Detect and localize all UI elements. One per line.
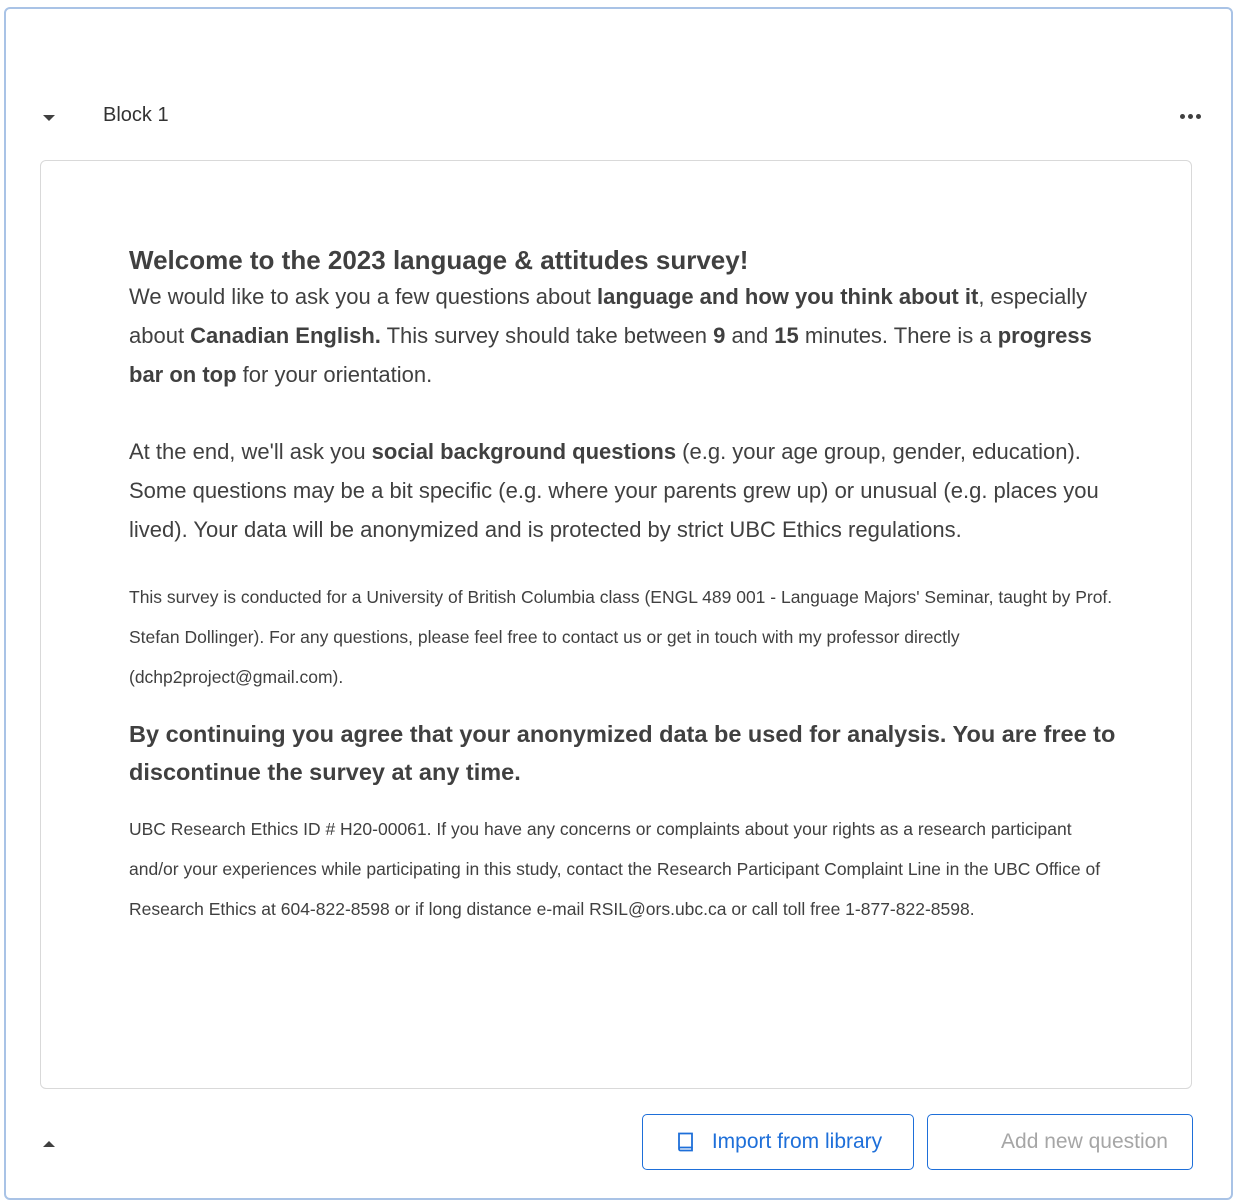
background-text: At the end, we'll ask you (129, 439, 372, 464)
intro-paragraph: We would like to ask you a few questions… (129, 277, 1119, 394)
intro-bold: language and how you think about it (596, 284, 979, 309)
block-options-button[interactable] (1172, 104, 1208, 128)
welcome-title: Welcome to the 2023 language & attitudes… (129, 245, 749, 275)
question-text: Welcome to the 2023 language & attitudes… (129, 243, 1119, 929)
block-expand-toggle[interactable] (40, 1138, 58, 1150)
chevron-down-icon (43, 115, 55, 121)
background-bold: social background questions (371, 439, 677, 464)
intro-text: This survey should take between (380, 323, 714, 348)
more-horizontal-icon (1179, 113, 1185, 119)
question-card[interactable]: Welcome to the 2023 language & attitudes… (40, 160, 1192, 1089)
book-icon (677, 1132, 693, 1152)
intro-text: We would like to ask you a few questions… (129, 284, 597, 309)
block-collapse-toggle[interactable] (40, 112, 58, 124)
intro-text: for your orientation. (236, 362, 433, 387)
intro-text: and (725, 323, 775, 348)
background-paragraph: At the end, we'll ask you social backgro… (129, 432, 1119, 549)
chevron-up-icon (43, 1141, 55, 1147)
class-info-paragraph: This survey is conducted for a Universit… (129, 587, 1113, 687)
more-dot (1195, 113, 1201, 119)
intro-text: minutes. There is a (798, 323, 998, 348)
import-label: Import from library (711, 1130, 883, 1153)
intro-bold: Canadian English. (190, 323, 381, 348)
import-from-library-button[interactable]: Import from library (642, 1114, 914, 1170)
ethics-paragraph: UBC Research Ethics ID # H20-00061. If y… (129, 819, 1101, 919)
block-title[interactable]: Block 1 (103, 104, 169, 127)
consent-paragraph: By continuing you agree that your anonym… (129, 721, 1116, 785)
intro-bold: 9 (713, 323, 726, 348)
intro-bold: 15 (774, 323, 799, 348)
add-label: Add new question (1001, 1130, 1168, 1153)
add-new-question-button[interactable]: Add new question (927, 1114, 1193, 1170)
more-dot (1187, 113, 1193, 119)
